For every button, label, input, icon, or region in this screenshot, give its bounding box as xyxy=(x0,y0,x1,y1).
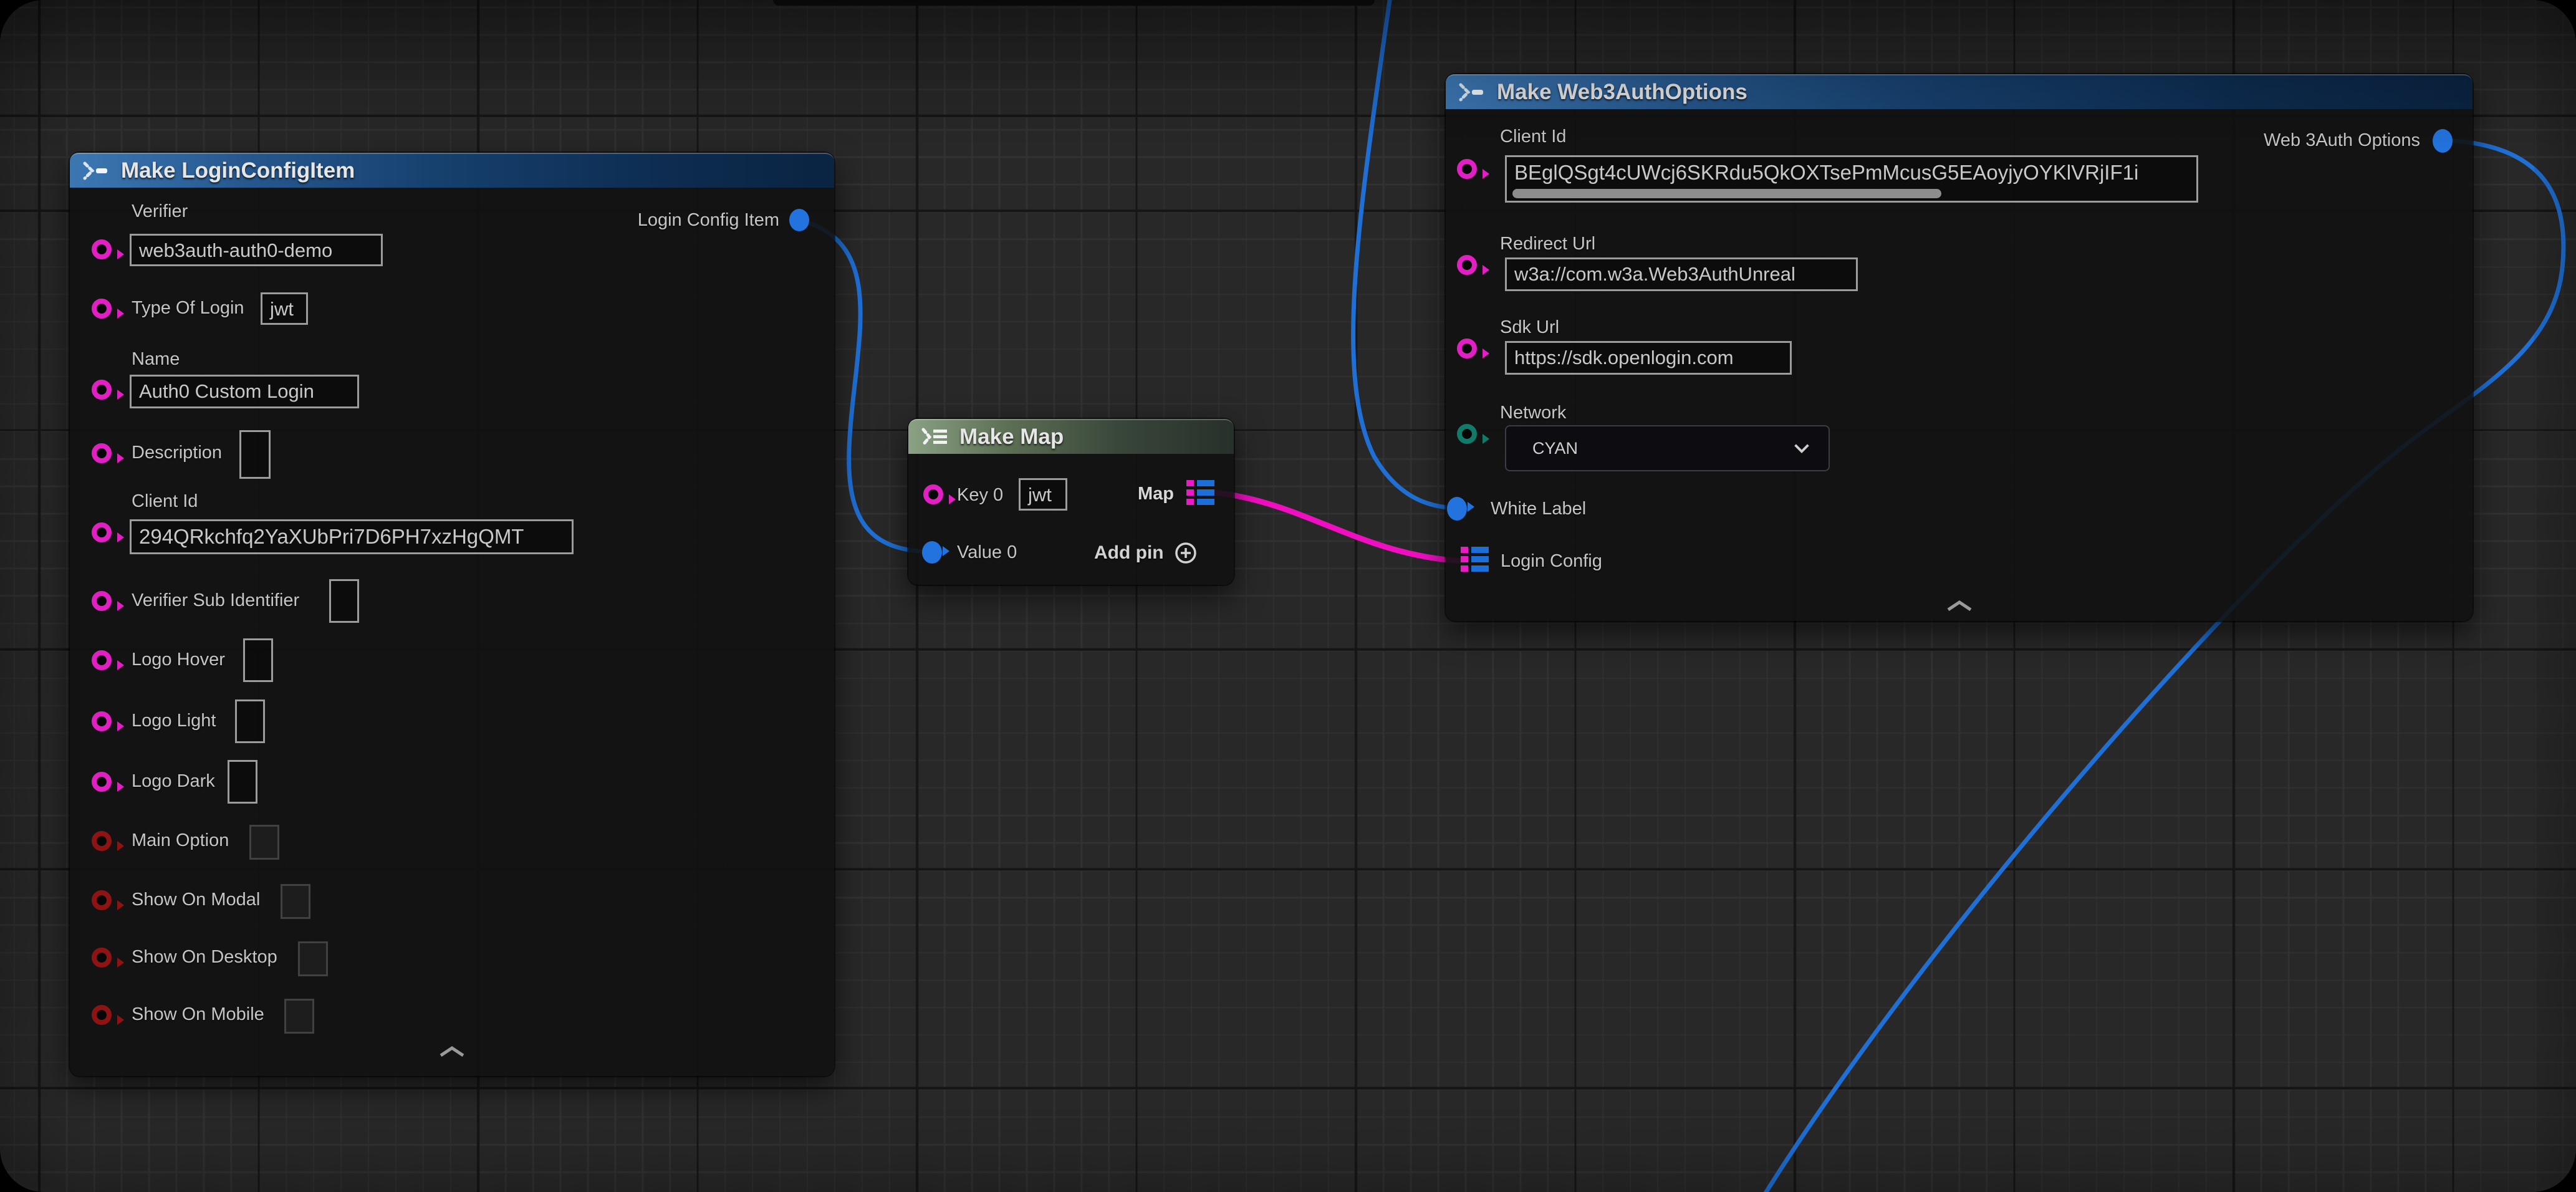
pin-verifier[interactable] xyxy=(92,239,112,259)
collapse-chevron-icon[interactable] xyxy=(1946,600,1973,612)
pin-label-verifier: Verifier xyxy=(132,201,188,222)
pin-logo-light[interactable] xyxy=(92,711,112,731)
pin-show-on-modal[interactable] xyxy=(92,890,112,910)
client-id-scrollbar[interactable] xyxy=(1512,189,1941,198)
node-make-loginconfigitem[interactable]: Make LoginConfigItem Login Config Item V… xyxy=(70,153,834,1076)
offscreen-node-fragment[interactable] xyxy=(773,0,1375,6)
key-0-input[interactable]: jwt xyxy=(1019,478,1067,511)
show-on-mobile-checkbox[interactable] xyxy=(284,999,314,1034)
collapse-chevron-icon[interactable] xyxy=(438,1045,466,1058)
logo-hover-input[interactable] xyxy=(243,638,273,682)
node-make-map[interactable]: Make Map Key 0 jwt Map Value 0 Add pin xyxy=(908,419,1234,585)
node-title: Make Web3AuthOptions xyxy=(1497,80,1747,105)
pin-label-login-config: Login Config xyxy=(1501,551,1602,572)
wire-top-to-whitelabel[interactable] xyxy=(1353,0,1460,508)
pin-label-client-id: Client Id xyxy=(1500,127,1566,147)
pin-label-white-label: White Label xyxy=(1491,499,1586,519)
verifier-input[interactable]: web3auth-auth0-demo xyxy=(130,234,383,266)
node-title: Make Map xyxy=(959,425,1064,449)
add-pin-button[interactable]: Add pin xyxy=(1094,541,1198,565)
description-input[interactable] xyxy=(239,430,271,479)
pin-label-show-on-modal: Show On Modal xyxy=(132,890,260,910)
output-label-map: Map xyxy=(1138,484,1174,504)
pin-label-show-on-desktop: Show On Desktop xyxy=(132,947,277,968)
login-config-map-pin-icon[interactable] xyxy=(1461,547,1489,572)
add-pin-icon xyxy=(1174,541,1198,565)
pin-name[interactable] xyxy=(92,380,112,400)
map-pin-icon[interactable] xyxy=(1186,480,1214,505)
pin-client-id[interactable] xyxy=(92,522,112,542)
pin-network[interactable] xyxy=(1457,424,1477,444)
type-of-login-input[interactable]: jwt xyxy=(261,292,308,325)
node-header-make-web3authoptions[interactable]: Make Web3AuthOptions xyxy=(1446,74,2473,109)
client-id-input[interactable]: 294QRkchfq2YaXUbPri7D6PH7xzHgQMT xyxy=(130,519,574,554)
chevron-down-icon xyxy=(1794,443,1810,453)
add-pin-label: Add pin xyxy=(1094,542,1164,564)
pin-label-value-0: Value 0 xyxy=(957,542,1017,563)
pin-label-sdk-url: Sdk Url xyxy=(1500,317,1559,338)
logo-light-input[interactable] xyxy=(235,699,265,743)
main-option-checkbox[interactable] xyxy=(249,825,279,860)
pin-label-logo-dark: Logo Dark xyxy=(132,771,215,792)
pin-label-client-id: Client Id xyxy=(132,491,198,512)
output-label-login-config-item: Login Config Item xyxy=(638,210,779,231)
logo-dark-input[interactable] xyxy=(228,760,257,804)
output-pin-web3auth-options[interactable] xyxy=(2433,129,2453,153)
pin-redirect-url[interactable] xyxy=(1457,255,1477,275)
node-title: Make LoginConfigItem xyxy=(121,158,355,183)
pin-show-on-mobile[interactable] xyxy=(92,1005,112,1025)
pin-label-show-on-mobile: Show On Mobile xyxy=(132,1004,264,1025)
graph-canvas[interactable]: Make LoginConfigItem Login Config Item V… xyxy=(0,0,2576,1192)
node-header-make-map[interactable]: Make Map xyxy=(908,419,1234,454)
pin-label-type-of-login: Type Of Login xyxy=(132,298,244,319)
pin-verifier-sub-identifier[interactable] xyxy=(92,591,112,611)
make-struct-icon xyxy=(1458,82,1487,102)
pin-type-of-login[interactable] xyxy=(92,299,112,319)
make-struct-icon xyxy=(82,161,111,181)
pin-value-0[interactable] xyxy=(922,541,942,564)
redirect-url-input[interactable]: w3a://com.w3a.Web3AuthUnreal xyxy=(1505,257,1858,291)
verifier-sub-identifier-input[interactable] xyxy=(329,579,359,623)
network-selected-value: CYAN xyxy=(1532,439,1578,458)
blueprint-editor: Make LoginConfigItem Login Config Item V… xyxy=(0,0,2576,1192)
network-dropdown[interactable]: CYAN xyxy=(1505,425,1830,471)
show-on-desktop-checkbox[interactable] xyxy=(298,941,328,976)
pin-label-network: Network xyxy=(1500,403,1566,423)
pin-label-logo-hover: Logo Hover xyxy=(132,650,225,670)
pin-label-verifier-sub-identifier: Verifier Sub Identifier xyxy=(132,590,299,611)
show-on-modal-checkbox[interactable] xyxy=(281,884,310,919)
node-make-web3authoptions[interactable]: Make Web3AuthOptions Web 3Auth Options C… xyxy=(1446,74,2473,621)
pin-show-on-desktop[interactable] xyxy=(92,948,112,968)
pin-label-main-option: Main Option xyxy=(132,830,229,851)
pin-key-0[interactable] xyxy=(923,484,943,504)
pin-label-logo-light: Logo Light xyxy=(132,711,216,731)
name-input[interactable]: Auth0 Custom Login xyxy=(130,375,359,408)
pin-logo-dark[interactable] xyxy=(92,772,112,792)
pin-white-label[interactable] xyxy=(1447,497,1467,521)
pin-label-redirect-url: Redirect Url xyxy=(1500,234,1595,254)
pin-label-description: Description xyxy=(132,443,222,463)
make-map-icon xyxy=(921,427,949,447)
pin-label-key-0: Key 0 xyxy=(957,485,1003,506)
pin-main-option[interactable] xyxy=(92,831,112,851)
pin-sdk-url[interactable] xyxy=(1457,339,1477,358)
pin-client-id[interactable] xyxy=(1457,159,1477,179)
pin-description[interactable] xyxy=(92,443,112,463)
sdk-url-input[interactable]: https://sdk.openlogin.com xyxy=(1505,341,1792,375)
node-header-make-loginconfigitem[interactable]: Make LoginConfigItem xyxy=(70,153,834,188)
pin-label-name: Name xyxy=(132,349,180,370)
output-pin-login-config-item[interactable] xyxy=(789,209,809,231)
output-label-web3auth-options: Web 3Auth Options xyxy=(2264,130,2420,151)
pin-logo-hover[interactable] xyxy=(92,650,112,670)
